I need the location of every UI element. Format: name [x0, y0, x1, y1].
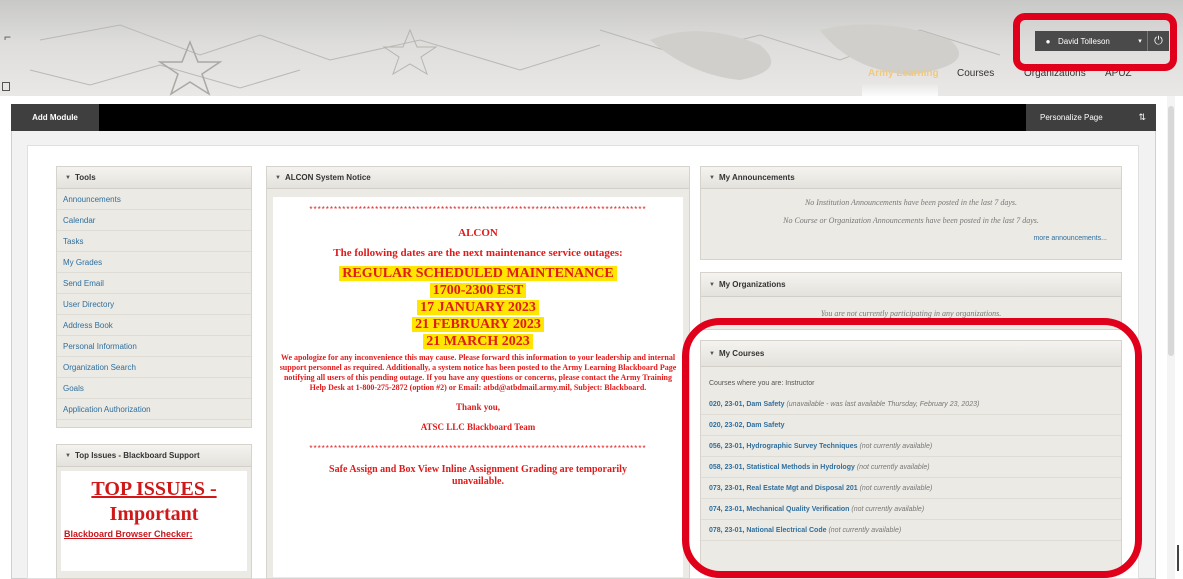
window-corner-icon — [2, 82, 10, 91]
tools-item-user-directory[interactable]: User Directory — [57, 294, 251, 315]
alcon-module-title: ALCON System Notice — [284, 173, 371, 182]
tools-item-my-grades[interactable]: My Grades — [57, 252, 251, 273]
module-toolbar: Add Module Personalize Page ⇅ — [11, 104, 1156, 131]
tools-list: Announcements Calendar Tasks My Grades S… — [57, 189, 251, 420]
announcements-module-title: My Announcements — [718, 173, 795, 182]
alcon-notice-body: ****************************************… — [273, 197, 683, 577]
scrollbar-thumb[interactable] — [1168, 106, 1174, 356]
tools-item-application-authorization[interactable]: Application Authorization — [57, 399, 251, 420]
alcon-notice-module: ▼ ALCON System Notice ******************… — [266, 166, 690, 579]
add-module-button[interactable]: Add Module — [11, 104, 99, 131]
browser-checker-link[interactable]: Blackboard Browser Checker: — [61, 529, 247, 539]
top-issues-module-title: Top Issues - Blackboard Support — [74, 451, 200, 460]
page-scrollbar[interactable] — [1167, 96, 1175, 579]
collapse-triangle-icon[interactable]: ▼ — [65, 175, 71, 181]
more-announcements-link[interactable]: more announcements... — [701, 235, 1121, 242]
notice-intro: The following dates are the next mainten… — [333, 247, 623, 259]
maintenance-date-feb: 21 FEBRUARY 2023 — [412, 317, 544, 332]
world-map-background — [29, 24, 1001, 96]
notice-footer: Safe Assign and Box View Inline Assignme… — [329, 464, 627, 487]
nav-tab-army-learning[interactable]: Army Learning — [868, 68, 939, 84]
notice-body-text: We apologize for any inconvenience this … — [279, 353, 677, 392]
tools-item-announcements[interactable]: Announcements — [57, 189, 251, 210]
notice-heading: ALCON — [458, 227, 498, 239]
my-courses-highlight-box — [682, 318, 1142, 578]
maintenance-date-mar: 21 MARCH 2023 — [423, 334, 533, 349]
notice-divider: ****************************************… — [309, 205, 647, 214]
reorder-icon[interactable]: ⇅ — [1138, 104, 1146, 131]
personalize-page-button[interactable]: Personalize Page — [1026, 104, 1156, 131]
notice-divider: ****************************************… — [309, 444, 647, 453]
top-issues-subheading: Important — [109, 503, 199, 525]
maintenance-schedule: REGULAR SCHEDULED MAINTENANCE 1700-2300 … — [273, 265, 683, 350]
top-issues-module-header[interactable]: ▼ Top Issues - Blackboard Support — [57, 445, 251, 467]
notice-thanks: Thank you, — [455, 402, 501, 412]
nav-tab-courses[interactable]: Courses — [957, 68, 994, 84]
top-issues-heading: TOP ISSUES - — [91, 478, 217, 500]
top-issues-body: TOP ISSUES - Important Blackboard Browse… — [61, 471, 247, 571]
tools-module-title: Tools — [74, 173, 96, 182]
collapse-triangle-icon[interactable]: ▼ — [709, 175, 715, 181]
organizations-module-header[interactable]: ▼ My Organizations — [701, 273, 1121, 297]
tools-item-goals[interactable]: Goals — [57, 378, 251, 399]
tools-module-header[interactable]: ▼ Tools — [57, 167, 251, 189]
course-announcements-text: No Course or Organization Announcements … — [783, 216, 1039, 225]
organizations-empty-text: You are not currently participating in a… — [820, 309, 1002, 318]
collapse-triangle-icon[interactable]: ▼ — [709, 282, 715, 288]
star-outline-left — [157, 39, 223, 96]
tools-item-organization-search[interactable]: Organization Search — [57, 357, 251, 378]
nav-active-indicator — [862, 84, 938, 96]
tools-item-tasks[interactable]: Tasks — [57, 231, 251, 252]
text-cursor — [1177, 545, 1179, 571]
header-banner: ⌐ — [0, 0, 1183, 96]
star-outline-right — [382, 28, 438, 76]
alcon-module-header[interactable]: ▼ ALCON System Notice — [267, 167, 689, 189]
tools-item-send-email[interactable]: Send Email — [57, 273, 251, 294]
maintenance-time: 1700-2300 EST — [429, 283, 527, 298]
top-issues-module: ▼ Top Issues - Blackboard Support TOP IS… — [56, 444, 252, 579]
institution-announcements-text: No Institution Announcements have been p… — [804, 198, 1018, 207]
collapse-triangle-icon[interactable]: ▼ — [65, 453, 71, 459]
notice-signature: ATSC LLC Blackboard Team — [420, 422, 536, 432]
announcements-module-header[interactable]: ▼ My Announcements — [701, 167, 1121, 189]
collapse-triangle-icon[interactable]: ▼ — [275, 175, 281, 181]
organizations-module-title: My Organizations — [718, 280, 786, 289]
maintenance-title: REGULAR SCHEDULED MAINTENANCE — [339, 266, 617, 281]
user-menu-highlight-box — [1013, 13, 1177, 71]
tools-item-address-book[interactable]: Address Book — [57, 315, 251, 336]
announcements-module: ▼ My Announcements No Institution Announ… — [700, 166, 1122, 260]
tools-item-personal-information[interactable]: Personal Information — [57, 336, 251, 357]
corner-bracket-icon: ⌐ — [4, 30, 12, 44]
maintenance-date-jan: 17 JANUARY 2023 — [417, 300, 539, 315]
tools-module: ▼ Tools Announcements Calendar Tasks My … — [56, 166, 252, 428]
tools-item-calendar[interactable]: Calendar — [57, 210, 251, 231]
personalize-page-label: Personalize Page — [1040, 113, 1103, 122]
